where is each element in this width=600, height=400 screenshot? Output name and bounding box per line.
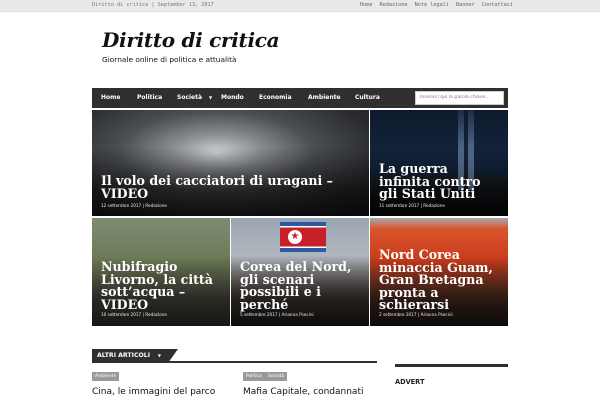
article-title[interactable]: Mafia Capitale, condannati	[243, 387, 363, 397]
logo-name: Diritto di critica	[102, 28, 280, 52]
nav-economia[interactable]: Economia	[259, 88, 292, 108]
top-bar: Diritto di critica | September 13, 2017 …	[0, 0, 600, 12]
article-meta: 12 settembre 2017 | Redazione	[101, 203, 167, 208]
top-link-note-legali[interactable]: Note legali	[415, 2, 449, 8]
article-title[interactable]: La guerra infinita contro gli Stati Unit…	[379, 162, 502, 201]
nav-societa-label: Società	[177, 94, 203, 101]
nav-ambiente[interactable]: Ambiente	[308, 88, 341, 108]
section-header: ALTRI ARTICOLI ▼	[92, 349, 377, 363]
article-meta: 11 settembre 2017 | Redazione	[379, 203, 445, 208]
search-input[interactable]: Inserisci qui la parola chiave...	[415, 91, 504, 105]
nav-home[interactable]: Home	[101, 88, 120, 108]
nav-cultura[interactable]: Cultura	[355, 88, 380, 108]
nav-societa[interactable]: Società ▼	[177, 88, 212, 108]
section-title-text: ALTRI ARTICOLI	[97, 352, 150, 359]
top-link-home[interactable]: Home	[360, 2, 373, 8]
article-meta: 5 settembre 2017 | Arianna Psecini	[240, 312, 314, 317]
top-links: Home Redazione Note legali Banner Contat…	[360, 2, 513, 8]
featured-article-3[interactable]: Nubifragio Livorno, la città sott’acqua …	[92, 218, 230, 326]
section-title: ALTRI ARTICOLI ▼	[92, 349, 178, 363]
chevron-down-icon: ▼	[209, 95, 213, 100]
featured-article-5[interactable]: Nord Corea minaccia Guam, Gran Bretagna …	[370, 218, 508, 326]
article-title[interactable]: Corea del Nord, gli scenari possibili e …	[240, 260, 363, 311]
nav-politica[interactable]: Politica	[137, 88, 162, 108]
advert-title: ADVERT	[395, 378, 425, 386]
featured-article-1[interactable]: Il volo dei cacciatori di uragani – VIDE…	[92, 110, 369, 216]
site-logo[interactable]: Diritto di critica Giornale online di po…	[94, 26, 280, 70]
top-link-contattaci[interactable]: Contattaci	[482, 2, 513, 8]
article-meta: 10 settembre 2017 | Redazione	[101, 312, 167, 317]
article-meta: 2 settembre 2017 | Arianna Psecini	[379, 312, 453, 317]
site-tagline: Giornale online di politica e attualità	[102, 55, 237, 64]
article-title[interactable]: Cina, le immagini del parco	[92, 387, 215, 397]
category-badge[interactable]: Politica	[243, 372, 265, 381]
top-link-banner[interactable]: Banner	[456, 2, 475, 8]
top-link-redazione[interactable]: Redazione	[380, 2, 408, 8]
article-title[interactable]: Nord Corea minaccia Guam, Gran Bretagna …	[379, 248, 502, 312]
chevron-down-icon: ▼	[157, 353, 161, 358]
site-date: Diritto di critica | September 13, 2017	[92, 2, 214, 8]
category-badge[interactable]: Società	[265, 372, 288, 381]
article-title[interactable]: Il volo dei cacciatori di uragani – VIDE…	[101, 174, 363, 200]
featured-article-2[interactable]: La guerra infinita contro gli Stati Unit…	[370, 110, 508, 216]
article-title[interactable]: Nubifragio Livorno, la città sott’acqua …	[101, 260, 224, 311]
featured-article-4[interactable]: ★ Corea del Nord, gli scenari possibili …	[231, 218, 369, 326]
nav-mondo[interactable]: Mondo	[221, 88, 244, 108]
advert-widget: ADVERT	[395, 364, 508, 388]
category-badge[interactable]: Ambiente	[92, 372, 120, 381]
